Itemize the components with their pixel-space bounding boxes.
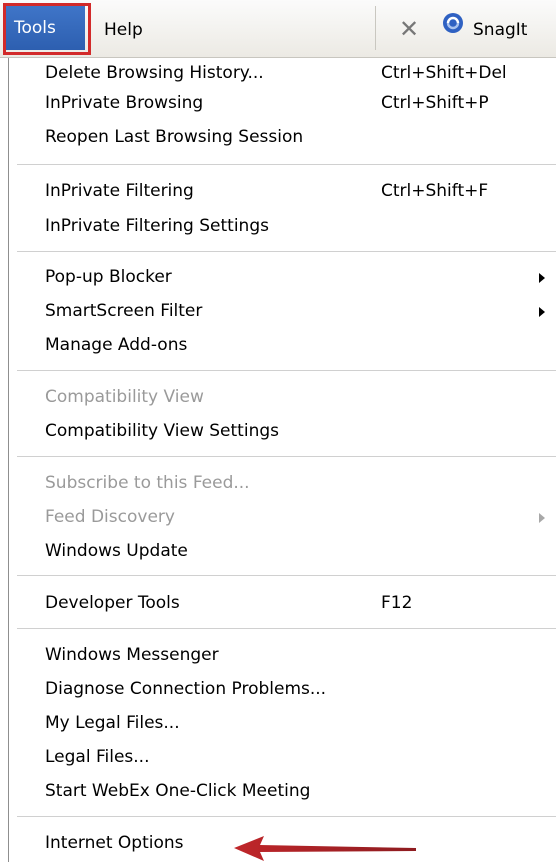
menu-separator	[17, 456, 556, 457]
menu-item-label: My Legal Files...	[45, 713, 180, 733]
snagit-icon[interactable]	[442, 12, 464, 34]
close-icon[interactable]: ✕	[394, 12, 424, 43]
menu-item-my-legal-files[interactable]: My Legal Files...	[9, 710, 556, 736]
menu-item-label: Developer Tools	[45, 593, 180, 613]
menu-item-shortcut: Ctrl+Shift+Del	[381, 63, 507, 83]
menu-item-label: Diagnose Connection Problems...	[45, 679, 327, 699]
menu-separator	[17, 251, 556, 252]
menu-item-label: Delete Browsing History...	[45, 63, 264, 83]
menu-item-label: Reopen Last Browsing Session	[45, 127, 304, 147]
menu-item-label: Internet Options	[45, 833, 184, 853]
submenu-arrow-icon	[539, 273, 545, 283]
menu-item-label: Compatibility View Settings	[45, 421, 279, 441]
tools-highlight-box	[3, 3, 91, 55]
menu-item-reopen-last-session[interactable]: Reopen Last Browsing Session	[9, 124, 556, 150]
menu-item-inprivate-filtering[interactable]: InPrivate Filtering Ctrl+Shift+F	[9, 178, 556, 204]
menu-item-developer-tools[interactable]: Developer Tools F12	[9, 590, 556, 616]
submenu-arrow-icon	[539, 307, 545, 317]
menu-item-diagnose-connection[interactable]: Diagnose Connection Problems...	[9, 676, 556, 702]
menu-separator	[17, 575, 556, 576]
menu-item-smartscreen-filter[interactable]: SmartScreen Filter	[9, 298, 556, 324]
menu-item-subscribe-feed: Subscribe to this Feed...	[9, 470, 556, 496]
menu-item-inprivate-filtering-settings[interactable]: InPrivate Filtering Settings	[9, 213, 556, 239]
menu-item-shortcut: F12	[381, 593, 413, 613]
menu-item-label: Manage Add-ons	[45, 335, 188, 355]
snagit-button[interactable]: SnagIt	[473, 6, 527, 50]
menu-item-windows-update[interactable]: Windows Update	[9, 538, 556, 564]
menu-item-label: Start WebEx One-Click Meeting	[45, 781, 311, 801]
menu-item-label: Pop-up Blocker	[45, 267, 172, 287]
menu-item-label: Windows Update	[45, 541, 188, 561]
help-menu-button[interactable]: Help	[104, 6, 143, 50]
menu-item-label: Windows Messenger	[45, 645, 219, 665]
menu-separator	[17, 370, 556, 371]
toolbar-separator	[375, 6, 376, 50]
menu-item-shortcut: Ctrl+Shift+P	[381, 93, 489, 113]
menu-item-label: InPrivate Filtering Settings	[45, 216, 269, 236]
menu-item-delete-browsing-history[interactable]: Delete Browsing History... Ctrl+Shift+De…	[9, 60, 556, 86]
submenu-arrow-icon	[539, 513, 545, 523]
menu-item-inprivate-browsing[interactable]: InPrivate Browsing Ctrl+Shift+P	[9, 90, 556, 116]
menu-item-label: Subscribe to this Feed...	[45, 473, 250, 493]
annotation-arrow-icon	[234, 836, 416, 861]
menu-item-compatibility-view-settings[interactable]: Compatibility View Settings	[9, 418, 556, 444]
menu-item-label: InPrivate Browsing	[45, 93, 204, 113]
menu-item-label: Compatibility View	[45, 387, 204, 407]
menu-item-start-webex[interactable]: Start WebEx One-Click Meeting	[9, 778, 556, 804]
menu-item-label: Legal Files...	[45, 747, 150, 767]
menu-item-compatibility-view: Compatibility View	[9, 384, 556, 410]
menu-item-popup-blocker[interactable]: Pop-up Blocker	[9, 264, 556, 290]
tools-dropdown-menu: Delete Browsing History... Ctrl+Shift+De…	[8, 58, 556, 862]
menu-bar: Tools Help ✕ SnagIt	[0, 0, 556, 58]
menu-item-manage-addons[interactable]: Manage Add-ons	[9, 332, 556, 358]
menu-item-label: Feed Discovery	[45, 507, 175, 527]
menu-item-label: SmartScreen Filter	[45, 301, 203, 321]
menu-separator	[17, 816, 556, 817]
menu-item-label: InPrivate Filtering	[45, 181, 194, 201]
menu-item-legal-files[interactable]: Legal Files...	[9, 744, 556, 770]
menu-item-windows-messenger[interactable]: Windows Messenger	[9, 642, 556, 668]
menu-separator	[17, 628, 556, 629]
menu-separator	[17, 164, 556, 165]
menu-item-shortcut: Ctrl+Shift+F	[381, 181, 489, 201]
menu-item-feed-discovery: Feed Discovery	[9, 504, 556, 530]
